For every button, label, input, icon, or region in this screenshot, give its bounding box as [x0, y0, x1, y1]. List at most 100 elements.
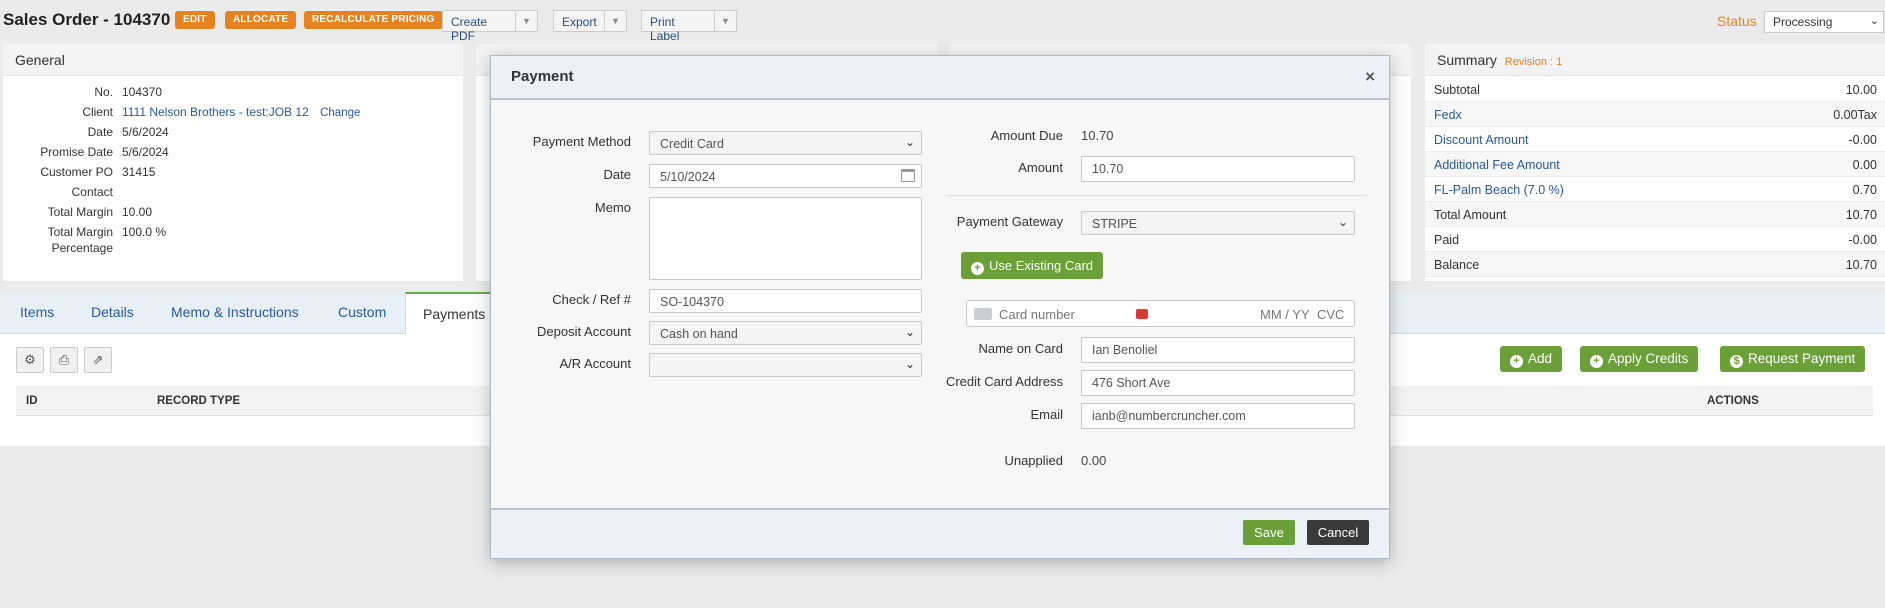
column-header-record-type: RECORD TYPE [157, 395, 241, 407]
save-button[interactable]: Save [1243, 520, 1295, 545]
check-ref-label: Check / Ref # [552, 292, 631, 307]
shipping-link[interactable]: Fedx [1434, 108, 1462, 122]
chevron-down-icon: ⌄ [904, 357, 915, 371]
field-label: No. [94, 85, 113, 99]
additional-fee-link[interactable]: Additional Fee Amount [1434, 158, 1560, 172]
button-label: Add [1528, 351, 1553, 366]
date-value: 5/10/2024 [660, 170, 716, 184]
field-label: Contact [71, 185, 113, 199]
field-label: Total Margin [47, 205, 113, 219]
summary-value: 10.70 [1845, 258, 1877, 272]
plus-icon: + [1510, 355, 1523, 368]
amount-due-label: Amount Due [990, 128, 1063, 143]
summary-row-paid: Paid -0.00 [1425, 227, 1885, 252]
button-label: Request Payment [1748, 351, 1856, 366]
cc-address-field[interactable]: 476 Short Ave [1081, 370, 1355, 396]
chevron-down-icon: ⌄ [1869, 15, 1879, 27]
calendar-icon[interactable] [901, 169, 915, 182]
print-label-dropdown[interactable]: ▼ [715, 10, 737, 32]
memo-textarea[interactable] [649, 197, 922, 280]
export-dropdown[interactable]: ▼ [605, 10, 627, 32]
name-on-card-field[interactable]: Ian Benoliel [1081, 337, 1355, 363]
apply-credits-button[interactable]: + Apply Credits [1580, 346, 1699, 372]
create-pdf-button[interactable]: Create PDF [442, 10, 516, 43]
amount-field[interactable]: 10.70 [1081, 156, 1355, 182]
summary-panel: Summary Revision : 1 Subtotal 10.00 Fedx… [1425, 44, 1885, 281]
page-header: Sales Order - 104370 EDIT ALLOCATE RECAL… [0, 0, 1885, 43]
chevron-down-icon: ▼ [721, 16, 730, 26]
payment-gateway-value: STRIPE [1092, 217, 1138, 231]
tax-link[interactable]: FL-Palm Beach (7.0 %) [1434, 183, 1564, 197]
modal-title: Payment [511, 68, 574, 85]
chevron-down-icon: ▼ [522, 16, 531, 26]
card-input[interactable]: Card number MM / YY CVC [966, 300, 1355, 327]
deposit-account-value: Cash on hand [660, 327, 738, 341]
chevron-down-icon: ⌄ [904, 135, 915, 149]
amount-label: Amount [1018, 160, 1063, 175]
summary-label: Paid [1434, 233, 1460, 247]
deposit-account-select[interactable]: Cash on hand ⌄ [649, 321, 922, 345]
ar-account-select[interactable]: ⌄ [649, 353, 922, 377]
field-value: 31415 [122, 165, 156, 179]
payment-modal: Payment × Payment Method Credit Card ⌄ D… [490, 55, 1390, 559]
use-existing-card-button[interactable]: + Use Existing Card [961, 252, 1103, 279]
check-ref-value: SO-104370 [660, 295, 724, 309]
edit-button[interactable]: EDIT [175, 11, 215, 29]
create-pdf-dropdown[interactable]: ▼ [516, 10, 538, 32]
export-button[interactable]: Export [553, 10, 605, 32]
email-field[interactable]: ianb@numbercruncher.com [1081, 403, 1355, 429]
share-button[interactable]: ⇗ [84, 347, 112, 373]
allocate-button[interactable]: ALLOCATE [225, 11, 297, 29]
general-heading: General [3, 44, 463, 76]
tab-payments[interactable]: Payments [405, 292, 495, 335]
column-header-actions: ACTIONS [1707, 395, 1759, 407]
tab-details[interactable]: Details [91, 304, 134, 320]
print-button[interactable]: ⎙ [50, 347, 78, 373]
field-label: Promise Date [40, 145, 113, 159]
summary-row-discount: Discount Amount -0.00 [1425, 127, 1885, 152]
email-label: Email [1030, 407, 1063, 422]
status-select[interactable]: Processing ⌄ [1764, 11, 1884, 33]
credit-card-icon [974, 308, 992, 320]
payment-method-select[interactable]: Credit Card ⌄ [649, 131, 922, 155]
print-label-button[interactable]: Print Label [641, 10, 715, 43]
chevron-down-icon: ⌄ [1337, 215, 1348, 229]
field-value: 5/6/2024 [122, 145, 169, 159]
settings-button[interactable]: ⚙ [16, 347, 44, 373]
field-label: Total Margin [47, 225, 113, 239]
close-icon[interactable]: × [1365, 67, 1375, 87]
change-client-link[interactable]: Change [320, 107, 360, 119]
summary-row-subtotal: Subtotal 10.00 [1425, 77, 1885, 102]
unapplied-value: 0.00 [1081, 453, 1107, 468]
amount-due-value: 10.70 [1081, 128, 1114, 143]
column-header-id: ID [26, 395, 38, 407]
tab-custom[interactable]: Custom [338, 304, 386, 320]
add-payment-button[interactable]: + Add [1500, 346, 1563, 372]
page-title: Sales Order - 104370 [3, 10, 171, 29]
payment-gateway-select[interactable]: STRIPE ⌄ [1081, 211, 1355, 235]
client-link[interactable]: 1111 Nelson Brothers - test:JOB 12 [122, 105, 309, 119]
revision-badge: Revision : 1 [1504, 56, 1563, 68]
discount-link[interactable]: Discount Amount [1434, 133, 1529, 147]
dollar-icon: $ [1730, 355, 1743, 368]
field-value: 100.0 % [122, 225, 167, 239]
summary-row-additional-fee: Additional Fee Amount 0.00 [1425, 152, 1885, 177]
request-payment-button[interactable]: $ Request Payment [1720, 346, 1866, 372]
recalculate-pricing-button[interactable]: RECALCULATE PRICING [304, 11, 443, 29]
cancel-button[interactable]: Cancel [1307, 520, 1369, 545]
field-value: 5/6/2024 [122, 125, 169, 139]
plus-icon: + [971, 262, 984, 275]
summary-row-tax: FL-Palm Beach (7.0 %) 0.70 [1425, 177, 1885, 202]
unapplied-label: Unapplied [1004, 453, 1063, 468]
summary-row-shipping: Fedx 0.00Tax [1425, 102, 1885, 127]
cc-address-value: 476 Short Ave [1092, 376, 1171, 390]
email-value: ianb@numbercruncher.com [1092, 409, 1246, 423]
check-ref-field[interactable]: SO-104370 [649, 289, 922, 313]
tab-items[interactable]: Items [20, 304, 54, 320]
summary-row-balance: Balance 10.70 [1425, 252, 1885, 277]
memo-label: Memo [594, 200, 631, 215]
button-label: Apply Credits [1608, 351, 1689, 366]
date-field[interactable]: 5/10/2024 [649, 164, 922, 188]
tab-memo-instructions[interactable]: Memo & Instructions [171, 304, 299, 320]
field-value: 104370 [122, 85, 163, 99]
